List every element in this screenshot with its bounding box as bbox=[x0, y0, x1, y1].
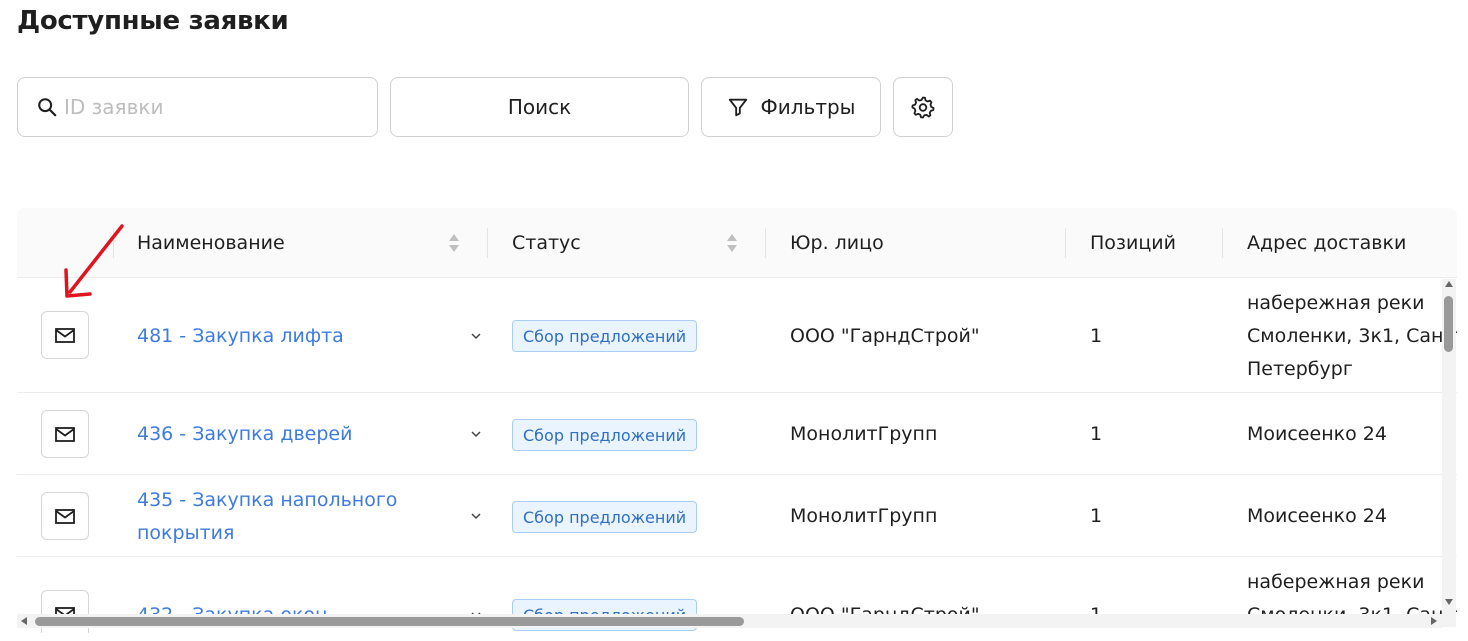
column-header-status[interactable]: Статус bbox=[512, 208, 581, 278]
address-line: Моисеенко 24 bbox=[1247, 505, 1387, 527]
positions-cell: 1 bbox=[1090, 505, 1103, 527]
scroll-right-arrow-icon[interactable] bbox=[1431, 617, 1437, 625]
entity-cell: МонолитГрупп bbox=[790, 423, 938, 445]
funnel-icon bbox=[728, 98, 747, 117]
column-separator bbox=[1222, 228, 1223, 258]
message-button[interactable] bbox=[41, 410, 89, 458]
horizontal-scrollbar-thumb[interactable] bbox=[35, 617, 744, 626]
request-link-line[interactable]: покрытия bbox=[137, 517, 437, 550]
request-link-line[interactable]: 435 - Закупка напольного bbox=[137, 484, 437, 517]
message-button[interactable] bbox=[41, 492, 89, 540]
chevron-down-icon[interactable] bbox=[469, 427, 483, 441]
column-separator bbox=[487, 228, 488, 258]
vertical-scrollbar-thumb[interactable] bbox=[1444, 296, 1453, 352]
message-button[interactable] bbox=[41, 311, 89, 359]
address-line: Смоленки, 3к1, Санкт- bbox=[1247, 325, 1457, 347]
column-header-entity: Юр. лицо bbox=[790, 232, 884, 254]
column-header-name[interactable]: Наименование bbox=[137, 208, 285, 278]
status-badge: Сбор предложений bbox=[512, 501, 698, 533]
page-title: Доступные заявки bbox=[17, 6, 289, 36]
request-link[interactable]: 481 - Закупка лифта bbox=[137, 320, 437, 353]
table-header: Наименование Статус Юр. лицо Позиций Адр… bbox=[17, 208, 1457, 278]
column-separator bbox=[1065, 228, 1066, 258]
scroll-left-arrow-icon[interactable] bbox=[21, 617, 27, 625]
filters-button[interactable]: Фильтры bbox=[701, 77, 881, 137]
table-row[interactable]: 436 - Закупка дверей Сбор предложений Мо… bbox=[17, 393, 1457, 475]
search-button-label: Поиск bbox=[507, 95, 572, 119]
table-row[interactable]: 435 - Закупка напольного покрытия Сбор п… bbox=[17, 475, 1457, 557]
address-line: Петербург bbox=[1247, 358, 1353, 380]
column-header-address: Адрес доставки bbox=[1247, 232, 1407, 254]
request-link[interactable]: 436 - Закупка дверей bbox=[137, 418, 437, 451]
gear-icon bbox=[911, 96, 935, 119]
column-separator bbox=[765, 228, 766, 258]
entity-cell: ООО "ГарндСтрой" bbox=[790, 325, 980, 347]
envelope-icon bbox=[55, 328, 75, 343]
annotation-arrow-icon bbox=[64, 224, 124, 298]
positions-cell: 1 bbox=[1090, 423, 1103, 445]
table-row[interactable]: 481 - Закупка лифта Сбор предложений ООО… bbox=[17, 278, 1457, 393]
address-line: Моисеенко 24 bbox=[1247, 423, 1387, 445]
search-field[interactable] bbox=[17, 77, 378, 137]
envelope-icon bbox=[55, 427, 75, 442]
chevron-down-icon[interactable] bbox=[469, 509, 483, 523]
address-line: набережная реки bbox=[1247, 292, 1425, 314]
status-badge: Сбор предложений bbox=[512, 419, 698, 451]
status-badge: Сбор предложений bbox=[512, 320, 698, 352]
scroll-down-arrow-icon[interactable] bbox=[1445, 599, 1453, 605]
sort-icon[interactable] bbox=[726, 231, 738, 255]
filters-button-label: Фильтры bbox=[760, 95, 856, 119]
envelope-icon bbox=[55, 509, 75, 524]
search-button[interactable]: Поиск bbox=[390, 77, 689, 137]
scroll-up-arrow-icon[interactable] bbox=[1445, 281, 1453, 287]
chevron-down-icon[interactable] bbox=[469, 329, 483, 343]
positions-cell: 1 bbox=[1090, 325, 1103, 347]
column-header-positions: Позиций bbox=[1090, 232, 1176, 254]
request-link[interactable]: 435 - Закупка напольного покрытия bbox=[137, 484, 437, 550]
sort-icon[interactable] bbox=[448, 231, 460, 255]
requests-table: Наименование Статус Юр. лицо Позиций Адр… bbox=[17, 208, 1457, 633]
settings-button[interactable] bbox=[893, 77, 953, 137]
address-line: набережная реки bbox=[1247, 571, 1425, 593]
search-icon bbox=[38, 98, 57, 117]
search-input[interactable] bbox=[64, 95, 344, 119]
entity-cell: МонолитГрупп bbox=[790, 505, 938, 527]
